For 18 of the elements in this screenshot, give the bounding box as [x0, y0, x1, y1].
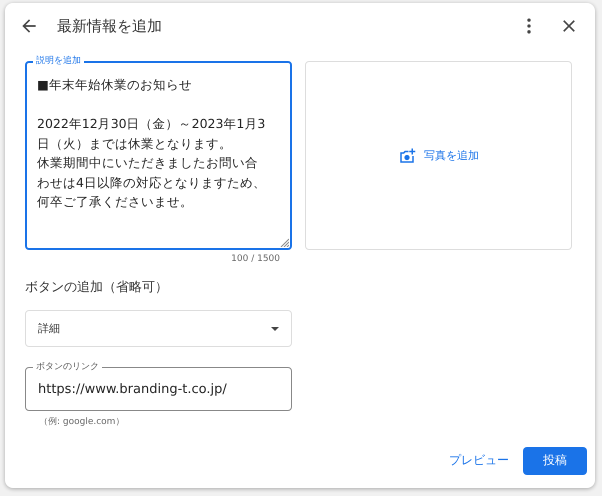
- character-counter: 100 / 1500: [230, 253, 281, 264]
- button-type-dropdown[interactable]: 詳細: [25, 310, 292, 347]
- helper-text: （例: google.com）: [39, 416, 126, 428]
- photo-drop-area[interactable]: 写真を追加: [305, 61, 572, 250]
- preview-button[interactable]: プレビュー: [445, 446, 513, 475]
- description-line: 何卒ご了承くださいませ。: [37, 193, 194, 211]
- description-line: わせは4日以降の対応となりますため、: [37, 174, 267, 192]
- description-line: ■年末年始休業のお知らせ: [37, 76, 193, 94]
- resize-grip-icon[interactable]: [279, 237, 289, 247]
- description-line: 2022年12月30日（金）～2023年1月3: [37, 115, 266, 133]
- description-line: 日（火）までは休業となります。: [37, 134, 233, 152]
- add-photo-label[interactable]: 写真を追加: [424, 148, 479, 163]
- dialog-title: 最新情報を追加: [57, 16, 162, 36]
- add-photo-icon: [398, 146, 416, 164]
- section-heading: ボタンの追加（省略可）: [25, 279, 169, 296]
- dropdown-arrow-icon: [271, 326, 279, 330]
- post-button[interactable]: 投稿: [523, 446, 587, 474]
- description-line: 休業期間中にいただきましたお問い合: [37, 154, 259, 172]
